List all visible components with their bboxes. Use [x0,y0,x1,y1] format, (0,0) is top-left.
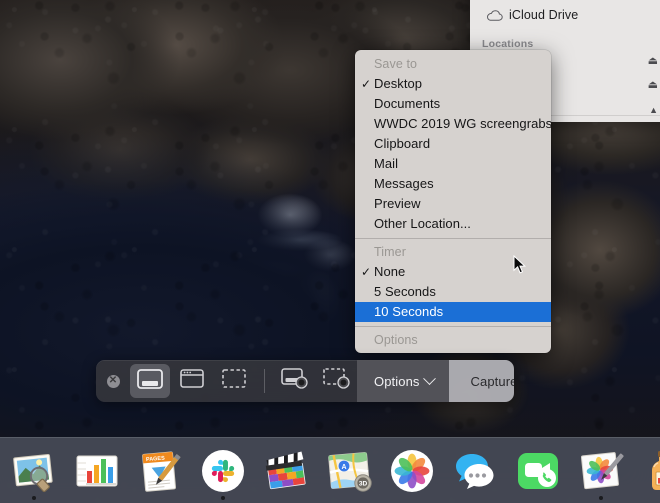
running-indicator [598,495,603,500]
checkmark-icon: ✓ [360,350,372,353]
final-cut-pro-icon [262,447,310,495]
options-dropdown-button[interactable]: Options [357,360,449,402]
menu-item-other-location[interactable]: Other Location... [355,214,551,234]
close-icon: ✕ [106,374,120,388]
dock-item-numbers[interactable] [65,438,128,503]
dock-item-preview[interactable] [2,438,65,503]
menu-item-label: 10 Seconds [374,304,444,319]
desktop-screen: iCloud Drive Locations Yards ⏏ rry Field… [0,0,660,503]
menu-item-label: Messages [374,176,434,191]
close-toolbar-button[interactable]: ✕ [96,374,130,388]
checkmark-icon: ✓ [360,265,372,279]
capture-entire-screen-button[interactable] [130,364,170,398]
messages-icon [451,447,499,495]
capture-selected-portion-button[interactable] [214,364,254,398]
cloud-icon [486,9,503,21]
menu-item-mail[interactable]: Mail [355,154,551,174]
toolbar-divider [264,369,265,393]
capture-selected-window-button[interactable] [172,364,212,398]
checkmark-icon: ✓ [360,77,372,91]
dock-item-final-cut-pro[interactable] [254,438,317,503]
slack-icon [199,447,247,495]
svg-text:A: A [341,464,346,471]
running-indicator [220,495,225,500]
menu-item-timer-none[interactable]: ✓ None [355,262,551,282]
facetime-icon [514,447,562,495]
menu-item-desktop[interactable]: ✓ Desktop [355,74,551,94]
collapse-icon[interactable]: ▲ [649,106,658,115]
preview-icon [10,447,58,495]
menu-item-label: Mail [374,156,399,171]
options-label: Options [374,373,420,389]
sidebar-item-icloud-drive[interactable]: iCloud Drive [486,8,578,22]
menu-item-messages[interactable]: Messages [355,174,551,194]
menu-item-label: Preview [374,196,421,211]
dock[interactable]: PAGES A 3D [0,437,660,503]
menu-item-clipboard[interactable]: Clipboard [355,134,551,154]
record-selection-icon [323,368,351,394]
menu-item-label: WWDC 2019 WG screengrabs [374,116,551,131]
menu-item-label: Desktop [374,76,423,91]
dock-item-maps[interactable]: A 3D [317,438,380,503]
sidebar-icloud-label: iCloud Drive [509,8,579,22]
menu-item-label: Clipboard [374,136,431,151]
menu-section-timer: Timer [374,245,406,259]
dock-item-slack[interactable] [191,438,254,503]
capture-label: Capture [470,373,514,389]
menu-item-timer-10-seconds[interactable]: 10 Seconds [355,302,551,322]
capture-button[interactable]: Capture [448,360,514,402]
sidebar-section-locations: Locations [482,38,534,50]
menu-item-label: 5 Seconds [374,284,436,299]
record-selected-portion-button[interactable] [317,364,357,398]
menu-item-label: None [374,264,406,279]
menu-section-options: Options [374,333,418,347]
dock-item-facetime[interactable] [506,438,569,503]
record-entire-screen-button[interactable] [275,364,315,398]
dock-item-pages[interactable]: PAGES [128,438,191,503]
jar-app-icon [640,447,660,495]
menu-item-preview[interactable]: Preview [355,194,551,214]
menu-item-timer-5-seconds[interactable]: 5 Seconds [355,282,551,302]
eject-icon[interactable]: ⏏ [648,56,658,67]
menu-section-save-to: Save to [374,57,418,71]
menu-item-documents[interactable]: Documents [355,94,551,114]
record-screen-icon [281,368,309,394]
record-mode-group [275,364,357,398]
dock-item-messages[interactable] [443,438,506,503]
menu-divider [355,238,551,239]
pages-icon: PAGES [136,447,184,495]
screenshot-toolbar[interactable]: ✕ Options Capture [96,360,514,402]
menu-item-label: Documents [374,96,441,111]
maps-icon: A 3D [325,447,373,495]
running-indicator [31,495,36,500]
dock-item-photos[interactable] [380,438,443,503]
menu-item-show-floating-thumbnail[interactable]: ✓ Show Floating Thumbnail [355,350,551,353]
menu-item-label: Show Floating Thumbnail [374,352,522,353]
menu-item-label: Other Location... [374,216,471,231]
dock-item-pixelmator[interactable] [632,438,660,503]
photos-editor-icon [577,447,625,495]
eject-icon[interactable]: ⏏ [648,80,658,91]
chevron-down-icon [422,371,436,385]
selection-icon [222,369,246,393]
menu-item-wwdc-screengrabs[interactable]: WWDC 2019 WG screengrabs [355,114,551,134]
entire-screen-icon [137,368,163,394]
svg-text:3D: 3D [358,480,367,487]
photos-icon [388,447,436,495]
menu-divider [355,326,551,327]
capture-mode-group [130,364,254,398]
numbers-icon [73,447,121,495]
dock-item-photos-editor[interactable] [569,438,632,503]
window-icon [180,369,204,393]
screenshot-options-menu[interactable]: Save to ✓ Desktop Documents WWDC 2019 WG… [355,50,551,353]
